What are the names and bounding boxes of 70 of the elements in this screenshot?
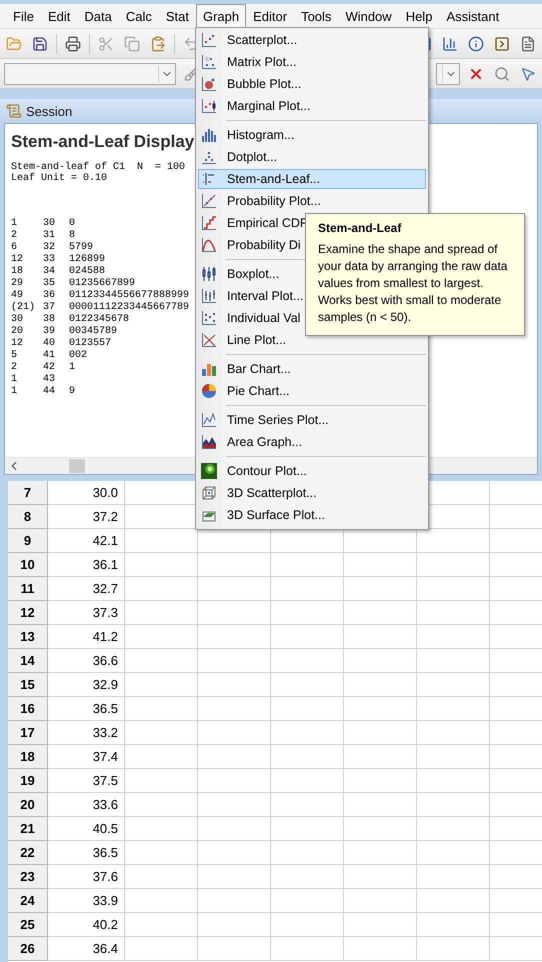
stem-value: 41 bbox=[43, 350, 56, 362]
table-cell: 37.5 bbox=[48, 769, 125, 793]
table-cell: 40.2 bbox=[48, 913, 125, 937]
window-title: Session bbox=[26, 104, 72, 118]
leaf-values: 0123557 bbox=[69, 338, 112, 350]
leaf-values: 00345789 bbox=[69, 326, 118, 338]
leaf-values: 00001112233445667789 bbox=[69, 302, 190, 314]
leaf-values: 024588 bbox=[69, 266, 106, 278]
depth-value: 12 bbox=[11, 254, 24, 266]
section-heading: Stem-and-Leaf Display bbox=[11, 132, 194, 152]
table-cell: 36.5 bbox=[48, 841, 125, 865]
depth-value: 29 bbox=[11, 278, 24, 290]
stem-value: 36 bbox=[43, 290, 56, 302]
table-cell: 40.5 bbox=[48, 817, 125, 841]
table-cell: 36.5 bbox=[48, 697, 125, 721]
depth-value: 1 bbox=[11, 218, 18, 230]
depth-value: 2 bbox=[11, 362, 18, 374]
output-line: Leaf Unit = 0.10 bbox=[11, 173, 108, 184]
depth-value: 6 bbox=[11, 242, 18, 254]
stem-value: 42 bbox=[43, 362, 56, 374]
leaf-values: 5799 bbox=[69, 242, 94, 254]
table-cell: 32.7 bbox=[48, 577, 125, 601]
leaf-values: 8 bbox=[69, 230, 76, 242]
leaf-values: 126899 bbox=[69, 254, 106, 266]
stem-value: 39 bbox=[43, 326, 56, 338]
stem-value: 38 bbox=[43, 314, 56, 326]
table-cell: 37.3 bbox=[48, 601, 125, 625]
depth-value: (21) bbox=[11, 302, 36, 314]
leaf-values: 002 bbox=[69, 350, 88, 362]
stem-value: 31 bbox=[43, 230, 56, 242]
depth-value: 18 bbox=[11, 266, 24, 278]
stem-value: 44 bbox=[43, 386, 56, 398]
table-cell: 42.1 bbox=[48, 529, 125, 553]
depth-value: 2 bbox=[11, 230, 18, 242]
stem-value: 34 bbox=[43, 266, 56, 278]
stem-value: 43 bbox=[43, 374, 56, 386]
table-cell: 37.4 bbox=[48, 745, 125, 769]
table-cell: 37.2 bbox=[48, 505, 125, 529]
stem-value: 40 bbox=[43, 338, 56, 350]
table-cell: 36.6 bbox=[48, 649, 125, 673]
table-cell: 33.6 bbox=[48, 793, 125, 817]
stem-value: 30 bbox=[43, 218, 56, 230]
table-cell: 33.9 bbox=[48, 889, 125, 913]
table-cell: 41.2 bbox=[48, 625, 125, 649]
leaf-values: 1 bbox=[69, 362, 76, 374]
leaf-values: 9 bbox=[69, 386, 76, 398]
leaf-values: 0122345678 bbox=[69, 314, 130, 326]
table-cell: 36.1 bbox=[48, 553, 125, 577]
tooltip-text: Examine the shape and spread of your data by arranging the raw data values from smallest to largest. Works best with small to moderate samples (n < 50). bbox=[318, 241, 508, 326]
table-cell: 32.9 bbox=[48, 673, 125, 697]
stem-value: 33 bbox=[43, 254, 56, 266]
leaf-values: 01123344556677888999 bbox=[69, 290, 190, 302]
depth-value: 49 bbox=[11, 290, 24, 302]
leaf-values: 01235667899 bbox=[69, 278, 136, 290]
table-cell: 30.0 bbox=[48, 481, 125, 505]
table-cell: 37.6 bbox=[48, 865, 125, 889]
depth-value: 1 bbox=[11, 374, 18, 386]
table-cell: 33.2 bbox=[48, 721, 125, 745]
depth-value: 12 bbox=[11, 338, 24, 350]
depth-value: 30 bbox=[11, 314, 24, 326]
table-cell: 36.4 bbox=[48, 937, 125, 961]
stem-value: 37 bbox=[43, 302, 56, 314]
output-line: Stem-and-leaf of C1 N = 100 bbox=[11, 162, 186, 173]
leaf-values: 0 bbox=[69, 218, 76, 230]
tooltip-title: Stem-and-Leaf bbox=[318, 221, 402, 235]
stem-value: 32 bbox=[43, 242, 56, 254]
depth-value: 5 bbox=[11, 350, 18, 362]
depth-value: 1 bbox=[11, 386, 18, 398]
depth-value: 20 bbox=[11, 326, 24, 338]
stem-value: 35 bbox=[43, 278, 56, 290]
